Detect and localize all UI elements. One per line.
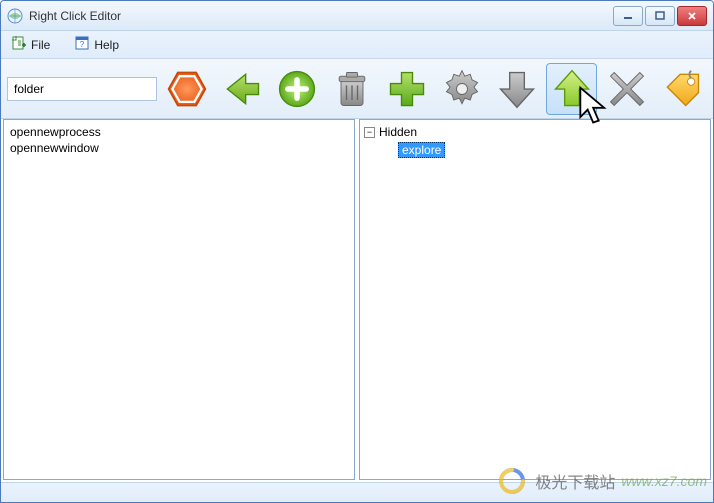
list-item[interactable]: opennewprocess — [8, 124, 350, 140]
settings-button[interactable] — [436, 63, 487, 115]
move-up-button[interactable] — [546, 63, 597, 115]
tree-node-child[interactable]: explore — [398, 142, 706, 158]
window-controls — [613, 6, 707, 26]
list-item[interactable]: opennewwindow — [8, 140, 350, 156]
menu-bar: File ? Help — [1, 31, 713, 59]
app-window: Right Click Editor File ? Help — [0, 0, 714, 503]
tree-node-root[interactable]: − Hidden — [364, 124, 706, 140]
toolbar — [1, 59, 713, 119]
minimize-button[interactable] — [613, 6, 643, 26]
svg-text:?: ? — [80, 40, 85, 49]
maximize-button[interactable] — [645, 6, 675, 26]
close-button[interactable] — [677, 6, 707, 26]
right-pane[interactable]: − Hidden explore — [359, 119, 711, 480]
content-area: opennewprocess opennewwindow − Hidden ex… — [1, 119, 713, 482]
menu-help[interactable]: ? Help — [70, 33, 123, 56]
tree-root-label: Hidden — [379, 124, 417, 140]
window-title: Right Click Editor — [29, 9, 613, 23]
path-input[interactable] — [7, 77, 157, 101]
file-menu-icon — [11, 35, 27, 54]
back-button[interactable] — [216, 63, 267, 115]
stop-button[interactable] — [161, 63, 212, 115]
tree-child-label[interactable]: explore — [398, 142, 445, 158]
app-icon — [7, 8, 23, 24]
menu-file[interactable]: File — [7, 33, 54, 56]
left-pane[interactable]: opennewprocess opennewwindow — [3, 119, 355, 480]
help-menu-icon: ? — [74, 35, 90, 54]
new-button[interactable] — [381, 63, 432, 115]
tag-button[interactable] — [656, 63, 707, 115]
move-down-button[interactable] — [491, 63, 542, 115]
add-button[interactable] — [271, 63, 322, 115]
menu-help-label: Help — [94, 38, 119, 52]
status-bar — [1, 482, 713, 503]
title-bar: Right Click Editor — [1, 1, 713, 31]
delete-button[interactable] — [326, 63, 377, 115]
menu-file-label: File — [31, 38, 50, 52]
remove-button[interactable] — [601, 63, 652, 115]
tree-collapse-icon[interactable]: − — [364, 127, 375, 138]
